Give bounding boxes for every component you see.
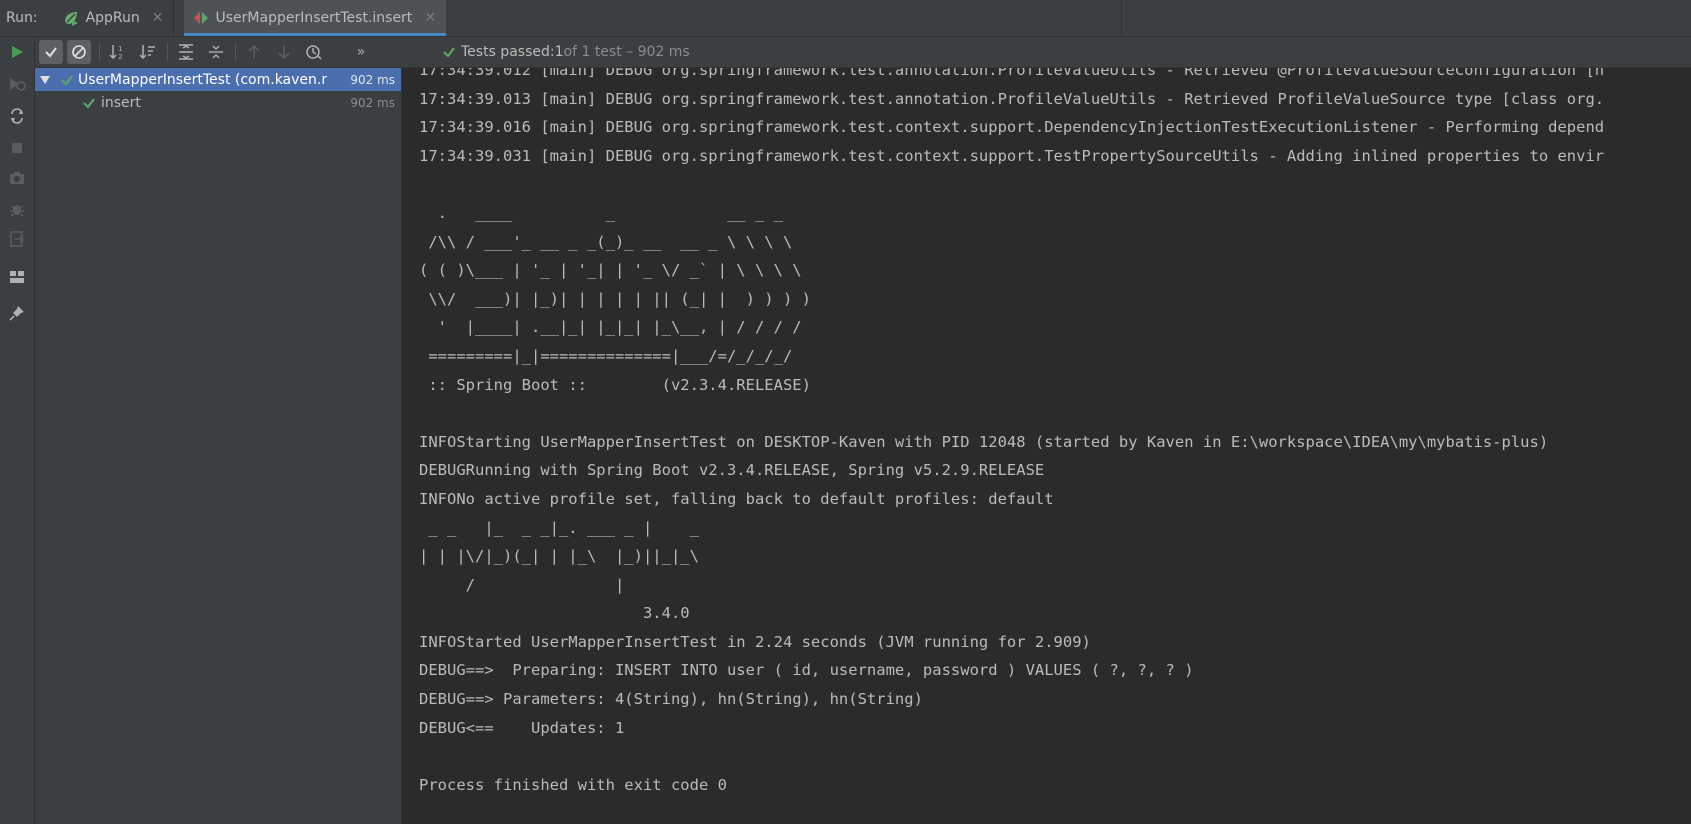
toolbar-separator [167,43,168,61]
show-passed-icon[interactable] [39,40,63,64]
console-line: \\/ ___)| |_)| | | | | || (_| | ) ) ) ) [419,289,811,308]
duration-label: 902 ms [350,95,395,110]
tests-status: Tests passed: 1 of 1 test – 902 ms [442,37,690,67]
console-line: INFOStarting UserMapperInsertTest on DES… [419,432,1549,451]
tab-divider [1121,0,1122,36]
spring-run-icon [62,9,80,27]
tree-row-label: UserMapperInsertTest (com.kaven.r [78,71,328,88]
console-line: /\\ / ___'_ __ _ _(_)_ __ __ _ \ \ \ \ [419,232,793,251]
console-line: =========|_|==============|___/=/_/_/_/ [419,346,793,365]
toggle-auto-test-icon[interactable] [5,104,29,128]
svg-text:2: 2 [118,53,122,61]
tab-label: AppRun [85,10,140,26]
test-history-icon[interactable] [302,40,326,64]
tab-label: UserMapperInsertTest.insert [215,10,413,26]
debug-icon[interactable] [5,197,29,221]
console-line: Process finished with exit code 0 [419,775,727,794]
svg-text:1: 1 [118,45,122,53]
console-output[interactable]: 17:34:39.012 [main] DEBUG org.springfram… [402,68,1691,824]
close-icon[interactable]: ✕ [152,10,164,26]
run-label: Run: [6,10,38,26]
console-line: :: Spring Boot :: (v2.3.4.RELEASE) [419,375,811,394]
expand-arrow-icon[interactable] [40,75,54,84]
console-line: 3.4.0 [419,604,690,623]
run-side-toolbar [0,37,35,824]
status-suffix: of 1 test – 902 ms [563,44,690,60]
stop-icon[interactable] [5,136,29,160]
toolbar-separator [235,43,236,61]
check-icon [82,96,96,110]
check-icon [60,73,74,87]
layout-icon[interactable] [5,265,29,289]
console-lines: 17:34:39.012 [main] DEBUG org.springfram… [419,68,1604,799]
duration-label: 902 ms [347,72,395,87]
console-line: _ _ |_ _ _|_. ___ _ | _ [419,518,699,537]
console-line: / | [419,575,625,594]
console-line: ( ( )\___ | '_ | '_| | '_ \/ _` | \ \ \ … [419,261,802,280]
status-prefix: Tests passed: [461,44,555,60]
rerun-icon[interactable] [5,40,29,64]
toolbar-separator [99,43,100,61]
next-failed-icon[interactable] [272,40,296,64]
tree-row-test-class[interactable]: UserMapperInsertTest (com.kaven.r 902 ms [35,68,401,91]
tab-divider [173,0,174,36]
rerun-failed-icon[interactable] [5,72,29,96]
junit-test-icon [192,9,210,27]
test-tree: UserMapperInsertTest (com.kaven.r 902 ms… [35,68,402,824]
close-icon[interactable]: ✕ [424,10,436,26]
console-line: 17:34:39.013 [main] DEBUG org.springfram… [419,89,1605,108]
pin-icon[interactable] [5,301,29,325]
tree-row-test-method[interactable]: insert 902 ms [35,91,401,114]
console-line: . ____ _ __ _ _ [419,203,783,222]
tree-row-label: insert [101,94,141,111]
prev-failed-icon[interactable] [242,40,266,64]
console-line: 17:34:39.031 [main] DEBUG org.springfram… [419,146,1605,165]
console-line: DEBUGRunning with Spring Boot v2.3.4.REL… [419,461,1045,480]
show-ignored-icon[interactable] [67,40,91,64]
console-line: INFOStarted UserMapperInsertTest in 2.24… [419,632,1091,651]
run-tab-bar: Run: AppRun ✕ UserMapperInsertTest.inser… [0,0,1691,37]
console-line: DEBUG<== Updates: 1 [419,718,625,737]
test-results-toolbar: 12 » Tests passed: 1 of 1 test – 902 ms [35,37,1691,68]
expand-all-icon[interactable] [174,40,198,64]
exit-icon[interactable] [5,227,29,251]
tab-apprun[interactable]: AppRun ✕ [54,0,174,36]
console-line: 17:34:39.012 [main] DEBUG org.springfram… [419,68,1605,79]
console-line: INFONo active profile set, falling back … [419,489,1054,508]
screenshot-icon[interactable] [5,166,29,190]
console-line: ' |____| .__|_| |_|_| |_\__, | / / / / [419,318,802,337]
status-count: 1 [554,44,564,60]
collapse-all-icon[interactable] [204,40,228,64]
check-icon [442,45,456,59]
console-line: DEBUG==> Preparing: INSERT INTO user ( i… [419,661,1194,680]
console-line: | | |\/|_)(_| | |_\ |_)||_|_\ [419,547,699,566]
sort-alpha-icon[interactable]: 12 [106,40,130,64]
more-icon[interactable]: » [349,40,373,64]
tab-usermapperinserttest-insert[interactable]: UserMapperInsertTest.insert ✕ [183,0,447,36]
console-line: 17:34:39.016 [main] DEBUG org.springfram… [419,118,1605,137]
console-line: DEBUG==> Parameters: 4(String), hn(Strin… [419,690,923,709]
sort-duration-icon[interactable] [136,40,160,64]
